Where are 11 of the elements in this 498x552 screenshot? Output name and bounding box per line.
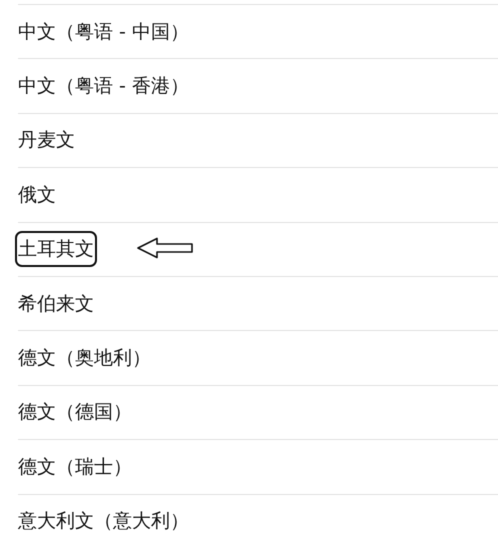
arrow-icon xyxy=(137,236,193,259)
language-item[interactable]: 德文（德国） xyxy=(15,394,135,430)
language-item[interactable]: 德文（奥地利） xyxy=(15,340,154,376)
language-item[interactable]: 中文（粤语 - 中国） xyxy=(15,14,192,50)
language-item[interactable]: 意大利文（意大利） xyxy=(15,503,192,540)
language-item[interactable]: 俄文 xyxy=(15,176,59,213)
language-item[interactable]: 土耳其文 xyxy=(15,231,97,268)
language-item[interactable]: 德文（瑞士） xyxy=(15,448,135,485)
language-item[interactable]: 希伯来文 xyxy=(15,286,97,322)
language-item[interactable]: 中文（粤语 - 香港） xyxy=(15,68,192,104)
language-item[interactable]: 丹麦文 xyxy=(15,122,78,158)
